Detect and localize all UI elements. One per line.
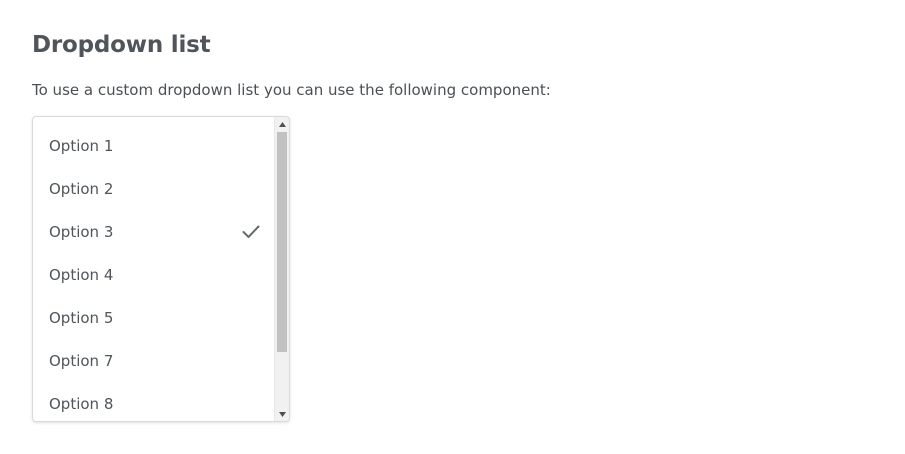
option-label: Option 4 (49, 265, 114, 284)
dropdown-list[interactable]: Option 1 Option 2 Option 3 Option 4 Opti… (32, 116, 290, 422)
dropdown-option-8[interactable]: Option 8 (33, 382, 274, 421)
dropdown-option-2[interactable]: Option 2 (33, 167, 274, 210)
dropdown-scrollbar[interactable] (274, 117, 289, 421)
option-label: Option 1 (49, 136, 114, 155)
dropdown-option-5[interactable]: Option 5 (33, 296, 274, 339)
dropdown-options: Option 1 Option 2 Option 3 Option 4 Opti… (33, 117, 274, 421)
option-label: Option 3 (49, 222, 114, 241)
page-title: Dropdown list (32, 32, 211, 58)
scroll-down-arrow-icon[interactable] (275, 407, 289, 421)
option-label: Option 8 (49, 394, 114, 413)
intro-text: To use a custom dropdown list you can us… (32, 81, 551, 99)
option-label: Option 5 (49, 308, 114, 327)
dropdown-option-7[interactable]: Option 7 (33, 339, 274, 382)
dropdown-option-3[interactable]: Option 3 (33, 210, 274, 253)
dropdown-option-4[interactable]: Option 4 (33, 253, 274, 296)
option-label: Option 7 (49, 351, 114, 370)
scrollbar-thumb[interactable] (277, 132, 287, 352)
option-label: Option 2 (49, 179, 114, 198)
checkmark-icon (242, 225, 260, 239)
scroll-up-arrow-icon[interactable] (275, 117, 289, 131)
dropdown-option-1[interactable]: Option 1 (33, 124, 274, 167)
